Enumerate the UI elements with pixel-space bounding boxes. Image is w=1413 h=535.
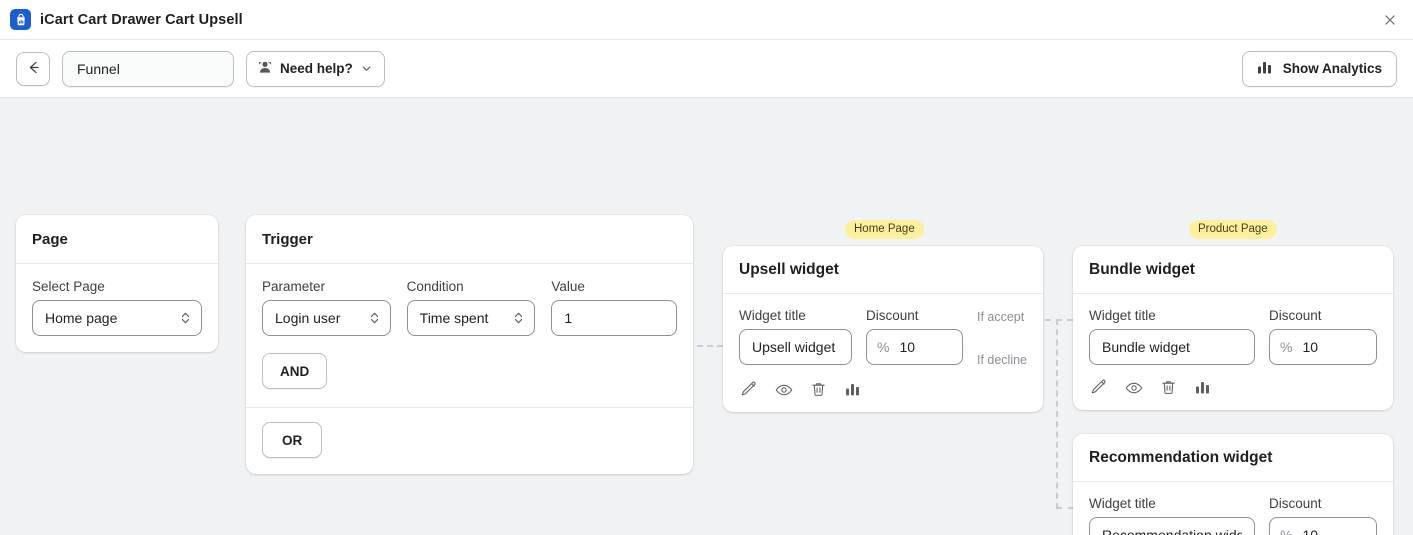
widget-title-input[interactable] — [1089, 329, 1255, 365]
add-or-condition-button[interactable]: OR — [262, 422, 323, 458]
discount-label: Discount — [1269, 496, 1322, 511]
widget-title-input[interactable] — [1089, 517, 1255, 535]
discount-input[interactable]: % 10 — [1269, 517, 1377, 535]
widget-title-label: Widget title — [739, 308, 806, 323]
arrow-left-icon — [25, 59, 42, 79]
funnel-canvas: Page Select Page Home page Trigger Param… — [0, 98, 1413, 535]
show-analytics-button[interactable]: Show Analytics — [1241, 50, 1397, 87]
value-input[interactable] — [551, 300, 677, 336]
funnel-button[interactable]: Funnel — [62, 50, 234, 87]
widget-title-input[interactable] — [739, 329, 852, 365]
chevron-updown-icon — [179, 311, 192, 326]
page-panel-title: Page — [16, 215, 218, 264]
select-page-dropdown[interactable]: Home page — [32, 300, 202, 336]
show-analytics-label: Show Analytics — [1282, 61, 1382, 76]
condition-value: Time spent — [419, 310, 489, 326]
trash-icon[interactable] — [809, 380, 828, 399]
parameter-dropdown[interactable]: Login user — [262, 300, 391, 336]
trigger-panel-title: Trigger — [246, 215, 693, 264]
shopping-bag-chart-icon — [10, 9, 31, 30]
discount-input[interactable]: % 10 — [1269, 329, 1377, 365]
percent-prefix: % — [876, 339, 890, 355]
add-and-condition-button[interactable]: AND — [262, 353, 328, 389]
widget-action-row — [1089, 378, 1377, 397]
recommendation-widget-title: Recommendation widget — [1073, 434, 1393, 482]
upsell-widget-title: Upsell widget — [723, 246, 1043, 294]
widget-title-label: Widget title — [1089, 496, 1156, 511]
discount-value: 10 — [1302, 527, 1319, 535]
value-label: Value — [551, 279, 585, 294]
discount-value: 10 — [1302, 339, 1319, 355]
trigger-panel: Trigger Parameter Login user Condition T… — [246, 215, 693, 474]
percent-prefix: % — [1280, 339, 1293, 355]
close-icon[interactable] — [1375, 5, 1405, 35]
user-avatar-icon — [257, 59, 273, 78]
eye-icon[interactable] — [774, 380, 793, 399]
bar-chart-icon — [1257, 60, 1274, 78]
parameter-label: Parameter — [262, 279, 326, 294]
chevron-updown-icon — [368, 311, 381, 326]
bar-chart-icon[interactable] — [1194, 378, 1213, 397]
discount-value: 10 — [899, 339, 916, 355]
recommendation-widget-card: Recommendation widget Widget title Disco… — [1073, 434, 1393, 535]
funnel-label: Funnel — [77, 60, 120, 77]
if-decline-label: If decline — [976, 353, 1027, 367]
connector-upsell-to-bundle — [1045, 319, 1073, 321]
if-accept-label: If accept — [976, 310, 1025, 324]
toolbar: Funnel Need help? Show Analytics — [0, 40, 1413, 98]
parameter-value: Login user — [275, 310, 341, 326]
select-page-label: Select Page — [32, 279, 105, 294]
need-help-button[interactable]: Need help? — [246, 50, 385, 87]
bundle-widget-card: Bundle widget Widget title Discount % 10 — [1073, 246, 1393, 410]
bundle-widget-title: Bundle widget — [1073, 246, 1393, 294]
condition-dropdown[interactable]: Time spent — [406, 300, 536, 336]
chevron-updown-icon — [512, 311, 525, 326]
percent-prefix: % — [1280, 527, 1293, 535]
select-page-value: Home page — [45, 310, 118, 326]
upsell-widget-card: Upsell widget Widget title Discount % 10… — [723, 246, 1043, 412]
pencil-icon[interactable] — [739, 380, 758, 399]
connector-to-recommendation — [1056, 507, 1074, 509]
chevron-down-icon — [360, 62, 373, 75]
back-button[interactable] — [16, 51, 50, 86]
page-panel: Page Select Page Home page — [16, 215, 218, 352]
need-help-label: Need help? — [280, 61, 353, 76]
widget-action-row — [739, 380, 1027, 399]
badge-product-page: Product Page — [1189, 220, 1277, 239]
connector-vertical-drop — [1056, 319, 1058, 509]
eye-icon[interactable] — [1124, 378, 1143, 397]
window-titlebar: iCart Cart Drawer Cart Upsell — [0, 0, 1413, 40]
discount-input[interactable]: % 10 — [865, 329, 963, 365]
discount-label: Discount — [1269, 308, 1322, 323]
widget-title-label: Widget title — [1089, 308, 1156, 323]
discount-label: Discount — [865, 308, 919, 323]
trigger-condition-row: Parameter Login user Condition Time spen… — [262, 279, 677, 336]
connector-trigger-to-upsell — [697, 345, 723, 347]
trash-icon[interactable] — [1159, 378, 1178, 397]
badge-home-page: Home Page — [845, 220, 924, 239]
condition-label: Condition — [406, 279, 464, 294]
app-title: iCart Cart Drawer Cart Upsell — [40, 11, 243, 28]
pencil-icon[interactable] — [1089, 378, 1108, 397]
bar-chart-icon[interactable] — [844, 380, 863, 399]
